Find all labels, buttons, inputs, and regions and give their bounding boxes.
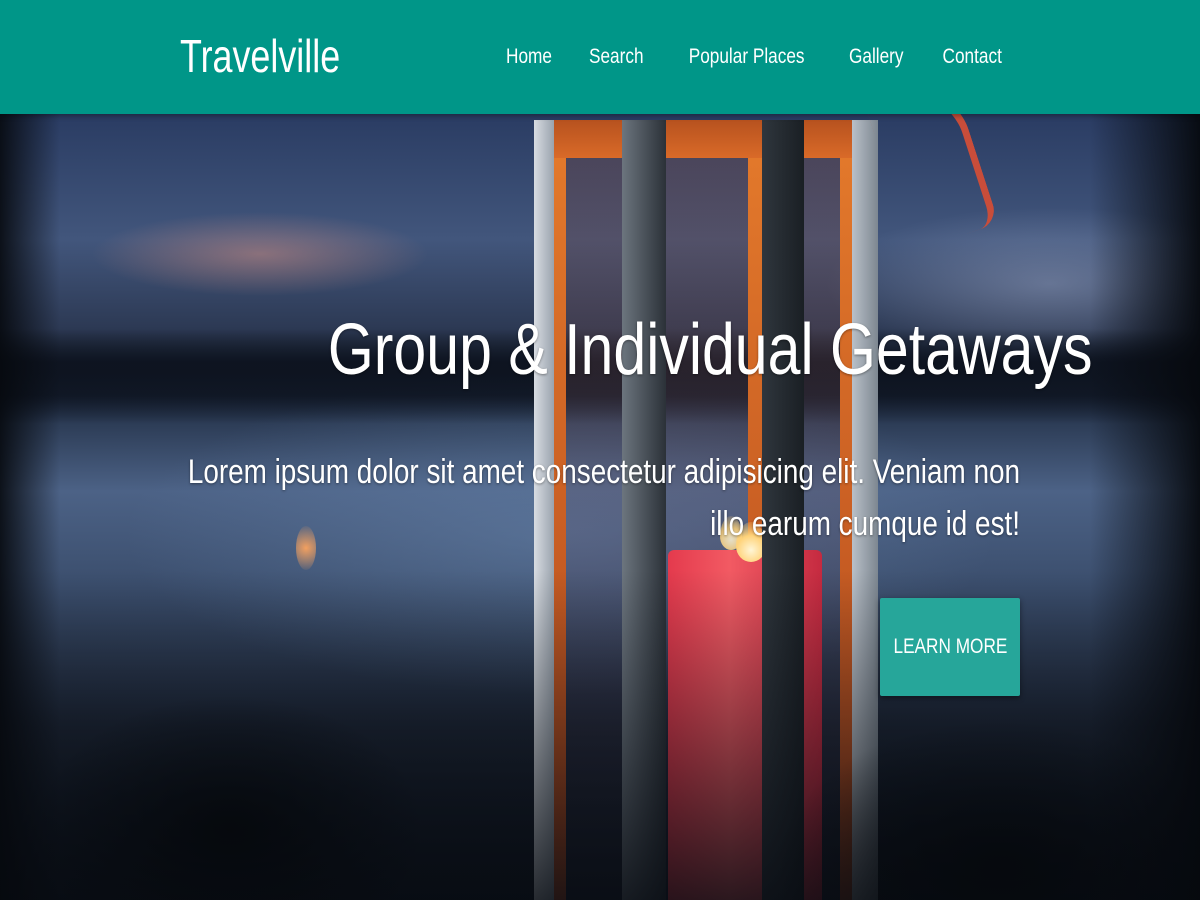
learn-more-button[interactable]: LEARN MORE (880, 598, 1020, 696)
background-foreground-plants (0, 570, 1200, 900)
navbar: Travelville Home Search Popular Places G… (0, 0, 1200, 114)
background-left-shadow (0, 114, 60, 900)
hero-section: Group & Individual Getaways Lorem ipsum … (0, 114, 1200, 900)
page: Travelville Home Search Popular Places G… (0, 0, 1200, 900)
learn-more-button-label: LEARN MORE (893, 635, 1007, 658)
lantern-handle (864, 114, 1000, 252)
hero-description: Lorem ipsum dolor sit amet consectetur a… (187, 453, 1021, 543)
nav-link-contact[interactable]: Contact (942, 45, 1001, 69)
nav-item-home: Home (501, 45, 557, 69)
hero-content: Group & Individual Getaways Lorem ipsum … (160, 304, 1093, 550)
nav-item-gallery: Gallery (843, 45, 910, 69)
nav-link-search[interactable]: Search (589, 45, 644, 69)
nav-item-popular-places: Popular Places (676, 45, 817, 69)
nav-link-popular-places[interactable]: Popular Places (689, 45, 805, 69)
lantern-top (552, 120, 870, 158)
nav-link-gallery[interactable]: Gallery (849, 45, 904, 69)
nav-menu: Home Search Popular Places Gallery Conta… (475, 40, 1008, 74)
brand-logo-link[interactable]: Travelville (180, 28, 340, 84)
nav-link-home[interactable]: Home (506, 45, 552, 69)
nav-item-contact: Contact (936, 45, 1008, 69)
nav-item-search: Search (583, 45, 650, 69)
hero-title: Group & Individual Getaways (327, 310, 1093, 390)
background-right-shadow (1090, 114, 1200, 900)
